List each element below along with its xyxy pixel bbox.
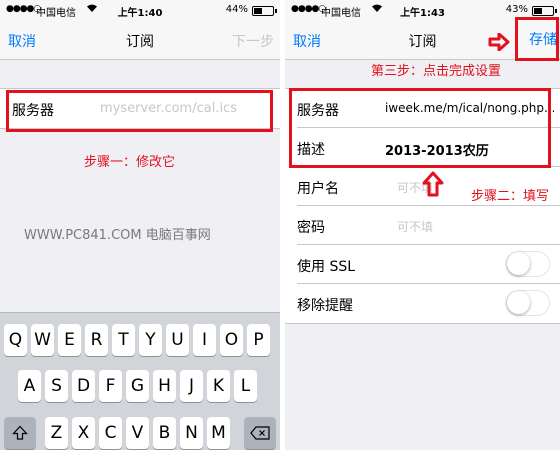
highlight-box-server [6,90,273,132]
shift-icon [12,425,28,441]
key-G[interactable]: G [126,370,149,402]
highlight-box-fields [289,88,551,168]
key-J[interactable]: J [180,370,203,402]
keyboard: Q W E R T Y U I O P A S D F G H J K L Z … [0,312,280,450]
arrow-up-icon [422,171,444,197]
key-Y[interactable]: Y [139,324,162,356]
key-F[interactable]: F [99,370,122,402]
password-row[interactable]: 密码 可不填 [297,206,560,245]
key-O[interactable]: O [220,324,243,356]
annotation-step3: 第三步：点击完成设置 [371,64,502,79]
remove-alerts-row: 移除提醒 [297,284,560,323]
left-phone-screen: ●●●●○ 中国电信 上午1:40 44% 取消 订阅 下一步 服务器 myse… [0,0,280,450]
key-A[interactable]: A [18,370,41,402]
battery-percent: 43% [505,4,528,15]
key-N[interactable]: N [180,417,203,449]
key-Q[interactable]: Q [4,324,27,356]
username-label: 用户名 [297,181,339,197]
key-Z[interactable]: Z [45,417,68,449]
delete-key[interactable] [244,417,276,449]
annotation-step2: 步骤二：填写 [471,189,550,204]
ssl-toggle[interactable] [506,251,550,277]
key-W[interactable]: W [31,324,54,356]
key-R[interactable]: R [85,324,108,356]
nav-bar: 取消 订阅 下一步 [0,20,280,60]
key-D[interactable]: D [72,370,95,402]
password-input[interactable]: 可不填 [397,218,554,235]
right-phone-screen: ●●●●○ 中国电信 上午1:43 43% 取消 订阅 存储 第三步：点击完成设… [285,0,560,450]
key-U[interactable]: U [166,324,189,356]
battery-percent: 44% [225,4,248,15]
password-label: 密码 [297,220,325,236]
key-K[interactable]: K [207,370,230,402]
shift-key[interactable] [4,417,36,449]
key-P[interactable]: P [247,324,270,356]
next-button[interactable]: 下一步 [232,31,274,51]
key-C[interactable]: C [99,417,122,449]
key-L[interactable]: L [234,370,257,402]
watermark: WWW.PC841.COM 电脑百事网 [24,228,211,243]
delete-icon [250,426,270,440]
status-bar: ●●●●○ 中国电信 上午1:40 44% [0,0,280,20]
key-S[interactable]: S [45,370,68,402]
battery-icon [252,6,277,16]
key-V[interactable]: V [126,417,149,449]
key-M[interactable]: M [207,417,230,449]
toggle-knob [507,291,530,314]
arrow-right-icon [488,33,510,51]
annotation-step1: 步骤一：修改它 [84,155,176,170]
ssl-label: 使用 SSL [297,259,356,275]
toggle-knob [507,252,530,275]
key-B[interactable]: B [153,417,176,449]
key-E[interactable]: E [58,324,81,356]
remove-alerts-toggle[interactable] [506,290,550,316]
remove-alerts-label: 移除提醒 [297,298,353,314]
highlight-box-save [515,17,559,61]
ssl-row: 使用 SSL [297,245,560,284]
battery-icon [532,6,557,16]
key-I[interactable]: I [193,324,216,356]
key-X[interactable]: X [72,417,95,449]
key-H[interactable]: H [153,370,176,402]
key-T[interactable]: T [112,324,135,356]
